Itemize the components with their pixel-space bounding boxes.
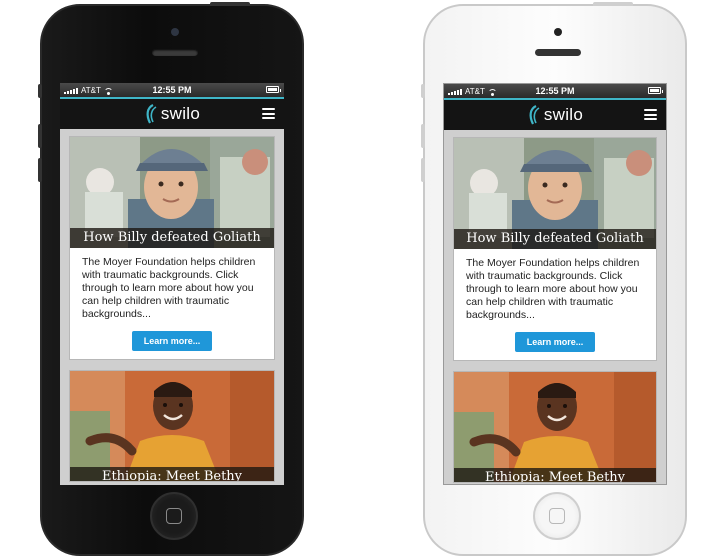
menu-icon[interactable] bbox=[262, 108, 275, 119]
front-camera bbox=[554, 28, 562, 36]
volume-down-button bbox=[421, 158, 425, 182]
story-card: Ethiopia: Meet Bethy bbox=[69, 370, 275, 482]
power-button bbox=[593, 2, 633, 6]
home-square-icon bbox=[166, 508, 182, 524]
story-title: How Billy defeated Goliath bbox=[454, 229, 656, 249]
app-logo[interactable]: swilo bbox=[144, 104, 200, 124]
girl-photo bbox=[70, 371, 274, 481]
home-button-icon[interactable] bbox=[533, 492, 581, 540]
girl-photo bbox=[454, 372, 656, 482]
story-title: Ethiopia: Meet Bethy bbox=[70, 467, 274, 481]
phone-screen: AT&T 12:55 PM swilo How Billy defeated G… bbox=[443, 83, 667, 485]
earpiece-speaker bbox=[535, 49, 581, 56]
mute-switch bbox=[38, 84, 42, 98]
swilo-logo-icon bbox=[529, 105, 540, 125]
story-photo-girl[interactable]: Ethiopia: Meet Bethy bbox=[454, 372, 656, 482]
volume-down-button bbox=[38, 158, 42, 182]
mute-switch bbox=[421, 84, 425, 98]
power-button bbox=[210, 2, 250, 6]
story-card: How Billy defeated Goliath The Moyer Fou… bbox=[69, 136, 275, 360]
logo-text: swilo bbox=[543, 105, 584, 124]
volume-up-button bbox=[421, 124, 425, 148]
front-camera bbox=[171, 28, 179, 36]
home-square-icon bbox=[549, 508, 565, 524]
story-summary: The Moyer Foundation helps children with… bbox=[82, 256, 256, 320]
menu-icon[interactable] bbox=[644, 109, 657, 120]
story-title: How Billy defeated Goliath bbox=[70, 228, 274, 248]
card-action: Learn more... bbox=[70, 325, 274, 359]
app-header: swilo bbox=[60, 99, 284, 129]
story-card: How Billy defeated Goliath The Moyer Fou… bbox=[453, 137, 657, 361]
story-photo-girl[interactable]: Ethiopia: Meet Bethy bbox=[70, 371, 274, 481]
battery-icon bbox=[648, 87, 663, 94]
app-header: swilo bbox=[444, 100, 666, 130]
status-bar: AT&T 12:55 PM bbox=[60, 83, 284, 97]
volume-up-button bbox=[38, 124, 42, 148]
phone-screen: AT&T 12:55 PM swilo How Billy defeated G… bbox=[60, 83, 284, 485]
logo-text: swilo bbox=[160, 104, 201, 123]
story-summary: The Moyer Foundation helps children with… bbox=[466, 257, 640, 321]
phone-black: AT&T 12:55 PM swilo How Billy defeated G… bbox=[38, 2, 304, 556]
earpiece-speaker bbox=[152, 49, 198, 56]
story-card: Ethiopia: Meet Bethy bbox=[453, 371, 657, 483]
status-bar: AT&T 12:55 PM bbox=[444, 84, 666, 98]
clock: 12:55 PM bbox=[152, 85, 192, 95]
content-feed[interactable]: How Billy defeated Goliath The Moyer Fou… bbox=[60, 129, 284, 485]
card-action: Learn more... bbox=[454, 326, 656, 360]
battery-icon bbox=[266, 86, 281, 93]
swilo-logo-icon bbox=[146, 104, 157, 124]
learn-more-button[interactable]: Learn more... bbox=[514, 332, 596, 352]
story-photo-boy[interactable]: How Billy defeated Goliath bbox=[70, 137, 274, 248]
phone-white: AT&T 12:55 PM swilo How Billy defeated G… bbox=[421, 2, 687, 556]
story-title: Ethiopia: Meet Bethy bbox=[454, 468, 656, 482]
story-photo-boy[interactable]: How Billy defeated Goliath bbox=[454, 138, 656, 249]
app-logo[interactable]: swilo bbox=[527, 105, 583, 125]
learn-more-button[interactable]: Learn more... bbox=[131, 331, 213, 351]
home-button-icon[interactable] bbox=[150, 492, 198, 540]
content-feed[interactable]: How Billy defeated Goliath The Moyer Fou… bbox=[444, 130, 666, 484]
clock: 12:55 PM bbox=[535, 86, 575, 96]
